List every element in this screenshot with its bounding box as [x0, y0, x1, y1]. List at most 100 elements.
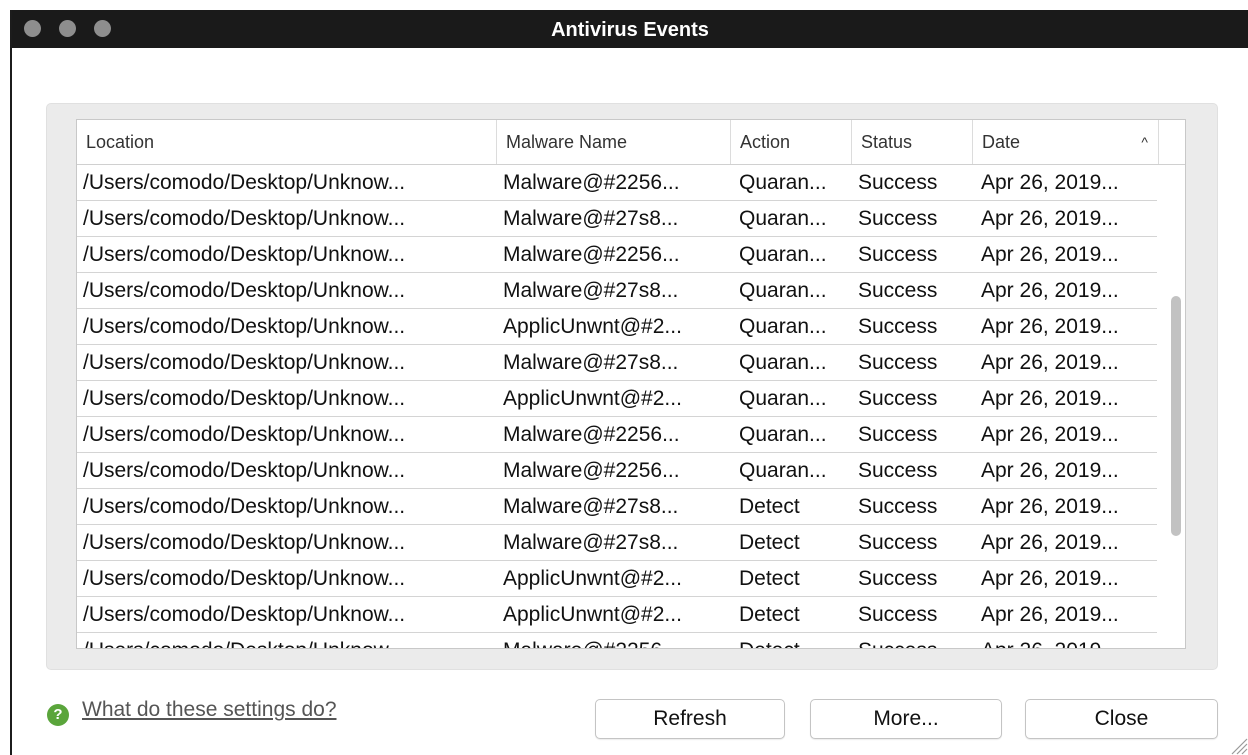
table-row[interactable]: /Users/comodo/Desktop/Unknow... Malware@#… — [77, 166, 1157, 201]
cell-location: /Users/comodo/Desktop/Unknow... — [83, 531, 406, 554]
cell-status: Success — [858, 171, 938, 194]
scrollbar-thumb[interactable] — [1171, 296, 1181, 536]
antivirus-events-window: Antivirus Events Location Malware Name A… — [10, 10, 1248, 755]
cell-location: /Users/comodo/Desktop/Unknow... — [83, 279, 406, 302]
vertical-scrollbar[interactable] — [1167, 166, 1185, 648]
cell-status: Success — [858, 495, 938, 518]
cell-date: Apr 26, 2019... — [981, 279, 1119, 302]
cell-date: Apr 26, 2019... — [981, 315, 1119, 338]
cell-location: /Users/comodo/Desktop/Unknow... — [83, 603, 406, 626]
cell-location: /Users/comodo/Desktop/Unknow... — [83, 171, 406, 194]
cell-location: /Users/comodo/Desktop/Unknow... — [83, 243, 406, 266]
cell-malware-name: Malware@#27s8... — [503, 207, 679, 230]
cell-action: Quaran... — [739, 423, 827, 446]
cell-malware-name: ApplicUnwnt@#2... — [503, 603, 682, 626]
cell-malware-name: Malware@#2256... — [503, 243, 680, 266]
cell-status: Success — [858, 531, 938, 554]
cell-date: Apr 26, 2019... — [981, 243, 1119, 266]
table-row[interactable]: /Users/comodo/Desktop/Unknow... Malware@#… — [77, 274, 1157, 309]
cell-status: Success — [858, 243, 938, 266]
cell-status: Success — [858, 387, 938, 410]
column-header-date-label: Date — [982, 132, 1021, 152]
cell-date: Apr 26, 2019... — [981, 171, 1119, 194]
cell-malware-name: Malware@#27s8... — [503, 531, 679, 554]
cell-status: Success — [858, 567, 938, 590]
cell-status: Success — [858, 279, 938, 302]
cell-action: Quaran... — [739, 171, 827, 194]
more-button[interactable]: More... — [810, 699, 1002, 739]
cell-location: /Users/comodo/Desktop/Unknow... — [83, 423, 406, 446]
table-row[interactable]: /Users/comodo/Desktop/Unknow... ApplicUnw… — [77, 310, 1157, 345]
cell-action: Detect — [739, 531, 800, 554]
cell-action: Quaran... — [739, 387, 827, 410]
cell-action: Quaran... — [739, 351, 827, 374]
table-row[interactable]: /Users/comodo/Desktop/Unknow... Malware@#… — [77, 238, 1157, 273]
cell-date: Apr 26, 2019... — [981, 495, 1119, 518]
column-header-status[interactable]: Status — [852, 120, 973, 164]
refresh-button[interactable]: Refresh — [595, 699, 785, 739]
table-row[interactable]: /Users/comodo/Desktop/Unknow... Malware@#… — [77, 346, 1157, 381]
cell-status: Success — [858, 351, 938, 374]
table-body: /Users/comodo/Desktop/Unknow... Malware@#… — [77, 166, 1167, 648]
cell-malware-name: Malware@#2256... — [497, 634, 731, 648]
cell-location: /Users/comodo/Desktop/Unknow... — [77, 634, 497, 648]
cell-malware-name: Malware@#27s8... — [503, 351, 679, 374]
cell-date: Apr 26, 2019... — [981, 387, 1119, 410]
table-row[interactable]: /Users/comodo/Desktop/Unknow... ApplicUnw… — [77, 382, 1157, 417]
table-row[interactable]: /Users/comodo/Desktop/Unknow...Malware@#… — [77, 454, 1157, 489]
cell-location: /Users/comodo/Desktop/Unknow... — [83, 315, 406, 338]
column-header-action[interactable]: Action — [731, 120, 852, 164]
resize-grip-icon[interactable] — [1226, 733, 1248, 755]
table-row[interactable]: /Users/comodo/Desktop/Unknow... Malware@#… — [77, 526, 1157, 561]
cell-date: Apr 26, 2019... — [981, 351, 1119, 374]
cell-status: Success — [858, 423, 938, 446]
table-header: Location Malware Name Action Status Date… — [77, 120, 1185, 165]
cell-action: Quaran... — [739, 279, 827, 302]
table-row[interactable]: /Users/comodo/Desktop/Unknow... ApplicUnw… — [77, 562, 1157, 597]
cell-malware-name: ApplicUnwnt@#2... — [503, 567, 682, 590]
window-title: Antivirus Events — [551, 19, 709, 41]
cell-malware-name: ApplicUnwnt@#2... — [503, 315, 682, 338]
cell-action: Quaran... — [739, 315, 827, 338]
cell-location: /Users/comodo/Desktop/Unknow... — [83, 207, 406, 230]
cell-malware-name: Malware@#27s8... — [503, 279, 679, 302]
column-header-malware-name[interactable]: Malware Name — [497, 120, 731, 164]
cell-date: Apr 26, 2019... — [981, 459, 1119, 482]
help-link[interactable]: What do these settings do? — [82, 698, 337, 722]
events-table: Location Malware Name Action Status Date… — [76, 119, 1186, 649]
cell-malware-name: Malware@#2256... — [503, 423, 680, 446]
table-row[interactable]: /Users/comodo/Desktop/Unknow... Malware@#… — [77, 202, 1157, 237]
column-header-date[interactable]: Date ^ — [973, 120, 1159, 164]
question-icon[interactable]: ? — [47, 704, 69, 726]
cell-malware-name: Malware@#2256... — [503, 171, 680, 194]
close-button[interactable]: Close — [1025, 699, 1218, 739]
cell-action: Quaran... — [739, 207, 827, 230]
table-row[interactable]: /Users/comodo/Desktop/Unknow... ApplicUnw… — [77, 598, 1157, 633]
cell-status: Success — [852, 634, 973, 648]
cell-action: Detect — [739, 495, 800, 518]
table-row[interactable]: /Users/comodo/Desktop/Unknow... Malware@#… — [77, 418, 1157, 453]
cell-status: Success — [858, 459, 938, 482]
cell-action: Detect — [731, 634, 852, 648]
cell-status: Success — [858, 603, 938, 626]
sort-ascending-icon: ^ — [1141, 134, 1148, 150]
cell-location: /Users/comodo/Desktop/Unknow... — [83, 495, 406, 518]
cell-date: Apr 26, 2019... — [981, 567, 1119, 590]
cell-date: Apr 26, 2019... — [973, 634, 1159, 648]
cell-date: Apr 26, 2019... — [981, 531, 1119, 554]
column-header-location[interactable]: Location — [77, 120, 497, 164]
cell-malware-name: Malware@#2256... — [503, 459, 680, 482]
cell-malware-name: ApplicUnwnt@#2... — [503, 387, 682, 410]
cell-date: Apr 26, 2019... — [981, 207, 1119, 230]
cell-status: Success — [858, 315, 938, 338]
table-row[interactable]: /Users/comodo/Desktop/Unknow... Malware@#… — [77, 490, 1157, 525]
cell-action: Detect — [739, 603, 800, 626]
cell-date: Apr 26, 2019... — [981, 423, 1119, 446]
table-row[interactable]: /Users/comodo/Desktop/Unknow...Malware@#… — [77, 634, 1159, 648]
title-bar[interactable]: Antivirus Events — [12, 10, 1248, 48]
cell-action: Quaran... — [739, 243, 827, 266]
cell-location: /Users/comodo/Desktop/Unknow... — [83, 567, 406, 590]
cell-malware-name: Malware@#27s8... — [503, 495, 679, 518]
cell-location: /Users/comodo/Desktop/Unknow... — [83, 351, 406, 374]
cell-action: Quaran... — [739, 459, 827, 482]
